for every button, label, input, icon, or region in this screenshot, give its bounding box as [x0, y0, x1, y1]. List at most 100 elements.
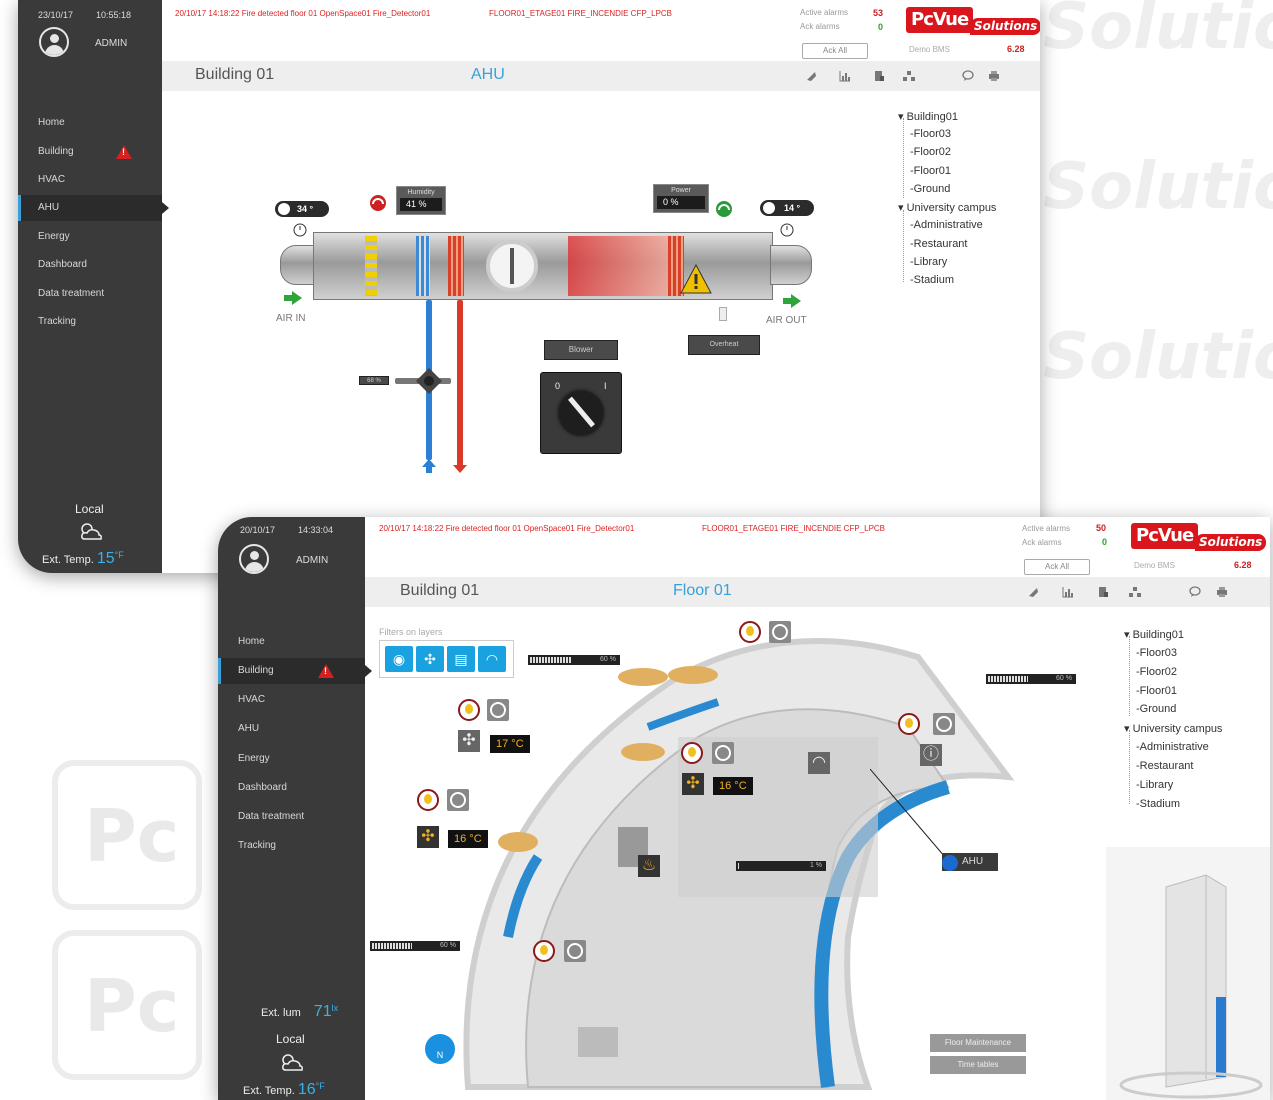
room-temperature[interactable]: 16 °C: [713, 777, 753, 795]
nav-dashboard[interactable]: Dashboard: [18, 252, 162, 278]
nav-building[interactable]: Building: [18, 139, 162, 165]
tree-restaurant[interactable]: -Restaurant: [910, 238, 967, 250]
chat-icon[interactable]: [1189, 586, 1201, 598]
report-icon[interactable]: [873, 70, 885, 82]
ack-all-button[interactable]: Ack All: [802, 43, 868, 59]
nav-home[interactable]: Home: [18, 110, 162, 136]
nav-energy[interactable]: Energy: [18, 224, 162, 250]
alarm-warning-icon[interactable]: [116, 145, 132, 159]
tree-floor02[interactable]: -Floor02: [1136, 666, 1177, 678]
tree-ground[interactable]: -Ground: [910, 183, 950, 195]
tree-floor03[interactable]: -Floor03: [910, 128, 951, 140]
tree-stadium[interactable]: -Stadium: [910, 274, 954, 286]
light-bulb-icon[interactable]: [417, 789, 439, 811]
tree-restaurant[interactable]: -Restaurant: [1136, 760, 1193, 772]
nav-data-treatment[interactable]: Data treatment: [18, 281, 162, 307]
filter-1[interactable]: [365, 236, 377, 296]
tree-floor01[interactable]: -Floor01: [1136, 685, 1177, 697]
tree-building01[interactable]: ▾ Building01: [1124, 628, 1184, 641]
user-icon[interactable]: [239, 544, 269, 574]
nav-home[interactable]: Home: [218, 629, 365, 655]
tree-ground[interactable]: -Ground: [1136, 703, 1176, 715]
ack-all-button[interactable]: Ack All: [1024, 559, 1090, 575]
tree-administrative[interactable]: -Administrative: [910, 219, 983, 231]
tree-floor01[interactable]: -Floor01: [910, 165, 951, 177]
alarm-bell-icon[interactable]: [1027, 586, 1039, 598]
user-name[interactable]: ADMIN: [296, 555, 328, 566]
fan-icon[interactable]: ✣: [682, 773, 704, 795]
fan-icon[interactable]: ✣: [458, 730, 480, 752]
tree-building01[interactable]: ▾ Building01: [898, 110, 958, 123]
nav-data-treatment[interactable]: Data treatment: [218, 804, 365, 830]
ahu-marker-icon[interactable]: [942, 855, 958, 871]
network-icon[interactable]: [1129, 586, 1141, 598]
schedule-clock-icon[interactable]: [769, 621, 791, 643]
tree-university-campus[interactable]: ▾ University campus: [1124, 722, 1222, 735]
blind-level-bar[interactable]: 60 %: [528, 655, 620, 665]
heating-coil[interactable]: [448, 236, 464, 296]
fan-icon[interactable]: ✣: [417, 826, 439, 848]
smoke-detector-icon[interactable]: ◠: [808, 752, 830, 774]
nav-ahu[interactable]: AHU: [18, 195, 169, 221]
supply-temp-in[interactable]: 34 °: [275, 201, 329, 217]
power-setpoint[interactable]: Power 0 %: [653, 184, 709, 213]
tree-stadium[interactable]: -Stadium: [1136, 798, 1180, 810]
network-icon[interactable]: [903, 70, 915, 82]
light-bulb-icon[interactable]: [533, 940, 555, 962]
trend-chart-icon[interactable]: [1062, 586, 1074, 598]
tree-floor02[interactable]: -Floor02: [910, 146, 951, 158]
user-icon[interactable]: [39, 27, 69, 57]
blower-fan-icon[interactable]: [486, 240, 538, 292]
nav-dashboard[interactable]: Dashboard: [218, 775, 365, 801]
nav-energy[interactable]: Energy: [218, 746, 365, 772]
filter-lighting-icon[interactable]: ◉: [385, 646, 413, 672]
tree-administrative[interactable]: -Administrative: [1136, 741, 1209, 753]
last-alarm-text[interactable]: 20/10/17 14:18:22 Fire detected floor 01…: [175, 9, 430, 18]
blind-level-bar[interactable]: 60 %: [370, 941, 460, 951]
schedule-clock-icon[interactable]: [564, 940, 586, 962]
tree-floor03[interactable]: -Floor03: [1136, 647, 1177, 659]
nav-building[interactable]: Building: [218, 658, 372, 684]
cooling-coil[interactable]: [416, 236, 430, 296]
nav-hvac[interactable]: HVAC: [218, 687, 365, 713]
alarm-warning-icon[interactable]: [318, 664, 334, 678]
light-bulb-icon[interactable]: [458, 699, 480, 721]
light-bulb-icon[interactable]: [739, 621, 761, 643]
report-icon[interactable]: [1097, 586, 1109, 598]
building-3d-icon[interactable]: [1106, 847, 1270, 1100]
pressure-alarm-icon[interactable]: [369, 194, 387, 212]
overheat-warning-icon[interactable]: [680, 264, 712, 294]
trend-chart-icon[interactable]: [839, 70, 851, 82]
chat-icon[interactable]: [962, 70, 974, 82]
schedule-clock-icon[interactable]: [447, 789, 469, 811]
supply-temp-out[interactable]: 14 °: [760, 200, 814, 216]
nav-tracking[interactable]: Tracking: [218, 833, 365, 859]
floor-maintenance-button[interactable]: Floor Maintenance: [930, 1034, 1026, 1052]
fire-icon[interactable]: ♨: [638, 855, 660, 877]
light-bulb-icon[interactable]: [898, 713, 920, 735]
nav-hvac[interactable]: HVAC: [18, 167, 162, 193]
blind-level-bar[interactable]: 60 %: [986, 674, 1076, 684]
three-way-valve-icon[interactable]: [414, 366, 444, 396]
filter-fan-icon[interactable]: ✣: [416, 646, 444, 672]
user-name[interactable]: ADMIN: [95, 38, 127, 49]
info-icon[interactable]: ⓘ: [920, 744, 942, 766]
blower-switch[interactable]: 0 I: [540, 372, 622, 454]
humidity-display[interactable]: Humidity 41 %: [396, 186, 446, 215]
last-alarm-text[interactable]: 20/10/17 14:18:22 Fire detected floor 01…: [379, 524, 634, 533]
pressure-ok-icon[interactable]: [715, 200, 733, 218]
tree-library[interactable]: -Library: [1136, 779, 1173, 791]
room-temperature[interactable]: 17 °C: [490, 735, 530, 753]
print-icon[interactable]: [1216, 586, 1228, 598]
light-bulb-icon[interactable]: [681, 742, 703, 764]
nav-tracking[interactable]: Tracking: [18, 309, 162, 335]
alarm-bell-icon[interactable]: [805, 70, 817, 82]
time-tables-button[interactable]: Time tables: [930, 1056, 1026, 1074]
tree-library[interactable]: -Library: [910, 256, 947, 268]
tree-university-campus[interactable]: ▾ University campus: [898, 201, 996, 214]
schedule-clock-icon[interactable]: [933, 713, 955, 735]
nav-ahu[interactable]: AHU: [218, 716, 365, 742]
blind-level-bar[interactable]: 1 %: [736, 861, 826, 871]
valve-position[interactable]: 68 %: [359, 376, 389, 385]
print-icon[interactable]: [988, 70, 1000, 82]
